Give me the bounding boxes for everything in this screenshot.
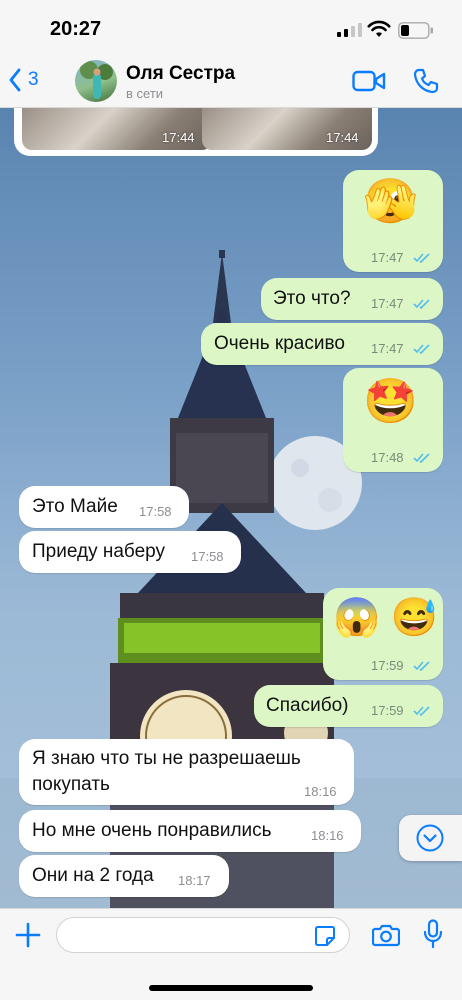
read-ticks-icon <box>413 661 430 671</box>
outgoing-message[interactable]: 🤩 17:48 <box>343 368 443 472</box>
chat-background: 17:44 17:44 🫣 17:47 Это что? 17:47 Очень… <box>0 108 462 908</box>
outgoing-message[interactable]: Это что? 17:47 <box>261 278 443 320</box>
photo-thumbnail[interactable]: 17:44 <box>22 108 212 150</box>
message-text-line-2: покупать <box>32 774 110 795</box>
composer-bar <box>0 908 462 1000</box>
unread-count: 3 <box>28 69 39 90</box>
outgoing-message[interactable]: Спасибо) 17:59 <box>254 685 443 727</box>
message-time: 18:17 <box>178 873 211 888</box>
incoming-message[interactable]: Но мне очень понравились 18:16 <box>19 810 361 852</box>
message-text: Это что? <box>273 288 351 309</box>
media-bubble[interactable]: 17:44 17:44 <box>14 108 378 156</box>
microphone-button[interactable] <box>423 919 443 949</box>
read-ticks-icon <box>413 706 430 716</box>
chat-header: 3 Оля Сестра в сети <box>0 56 462 108</box>
message-emoji: 😱 😅 <box>333 597 439 639</box>
chevron-left-icon <box>9 68 21 92</box>
message-text: Это Майе <box>32 496 118 517</box>
camera-button[interactable] <box>372 923 400 947</box>
photo-thumbnail[interactable]: 17:44 <box>202 108 372 150</box>
message-time: 17:44 <box>326 130 359 145</box>
message-input[interactable] <box>56 917 350 953</box>
contact-status: в сети <box>126 86 164 101</box>
cellular-signal-icon <box>337 23 362 37</box>
message-time: 17:47 <box>371 250 404 265</box>
message-text: Но мне очень понравились <box>32 820 272 841</box>
scroll-to-bottom-button[interactable] <box>399 815 462 861</box>
message-time: 17:58 <box>139 504 172 519</box>
attach-plus-button[interactable] <box>14 921 42 949</box>
home-indicator <box>149 985 313 991</box>
message-time: 18:16 <box>304 784 337 799</box>
message-time: 17:47 <box>371 296 404 311</box>
message-time: 17:47 <box>371 341 404 356</box>
message-time: 17:44 <box>162 130 195 145</box>
phone-call-button[interactable] <box>413 68 439 94</box>
wifi-icon <box>367 20 391 37</box>
read-ticks-icon <box>413 453 430 463</box>
message-time: 17:59 <box>371 658 404 673</box>
sticker-button[interactable] <box>314 925 336 947</box>
message-text: Спасибо) <box>266 695 349 716</box>
video-call-button[interactable] <box>352 70 386 92</box>
read-ticks-icon <box>413 299 430 309</box>
message-time: 17:58 <box>191 549 224 564</box>
message-emoji: 🤩 <box>363 377 418 426</box>
outgoing-message[interactable]: Очень красиво 17:47 <box>201 323 443 365</box>
contact-name[interactable]: Оля Сестра <box>126 63 235 85</box>
incoming-message[interactable]: Это Майе 17:58 <box>19 486 189 528</box>
message-text: Они на 2 года <box>32 865 154 886</box>
message-time: 17:48 <box>371 450 404 465</box>
battery-icon <box>398 22 433 39</box>
incoming-message[interactable]: Приеду наберу 17:58 <box>19 531 241 573</box>
read-ticks-icon <box>413 344 430 354</box>
back-button[interactable]: 3 <box>8 64 39 96</box>
outgoing-message[interactable]: 😱 😅 17:59 <box>323 588 443 680</box>
chevron-down-circle-icon <box>416 824 444 852</box>
message-emoji: 🫣 <box>363 177 418 226</box>
status-time: 20:27 <box>50 18 102 40</box>
message-text-line-1: Я знаю что ты не разрешаешь <box>32 748 301 769</box>
read-ticks-icon <box>413 253 430 263</box>
status-bar: 20:27 <box>0 0 462 56</box>
outgoing-message[interactable]: 🫣 17:47 <box>343 170 443 272</box>
avatar[interactable] <box>75 60 117 102</box>
message-time: 18:16 <box>311 828 344 843</box>
message-time: 17:59 <box>371 703 404 718</box>
incoming-message[interactable]: Они на 2 года 18:17 <box>19 855 229 897</box>
incoming-message[interactable]: Я знаю что ты не разрешаешь покупать 18:… <box>19 739 354 805</box>
message-text: Приеду наберу <box>32 541 165 562</box>
message-text: Очень красиво <box>214 333 345 354</box>
